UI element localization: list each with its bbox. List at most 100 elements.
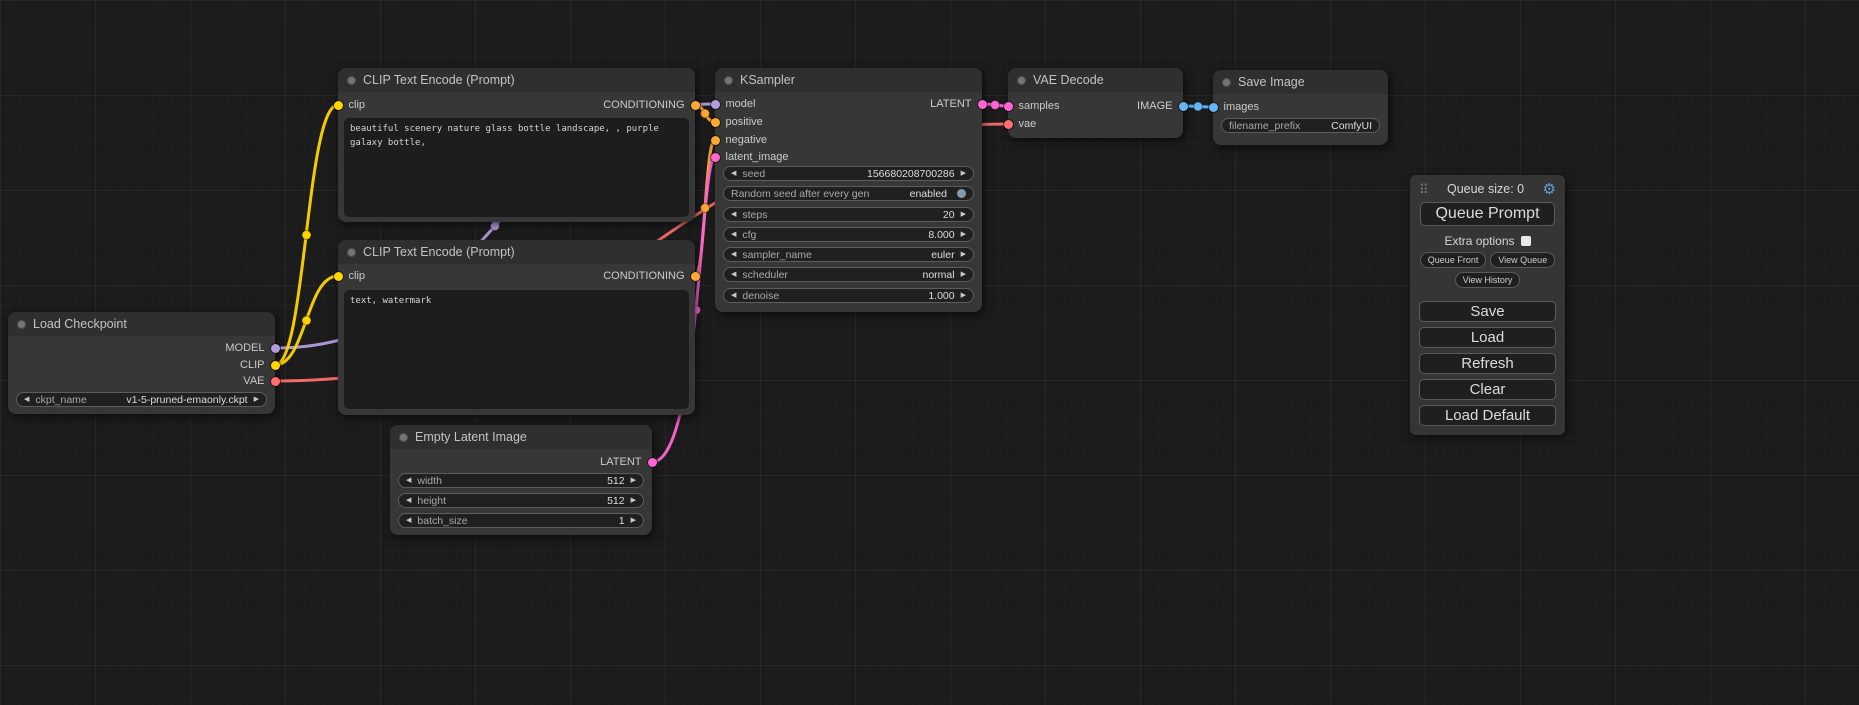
decrement-icon[interactable]: ◀	[406, 477, 411, 484]
batch-size-widget[interactable]: ◀ batch_size 1 ▶	[398, 513, 644, 528]
collapse-dot[interactable]	[17, 320, 26, 329]
node-clip-text-encode-negative[interactable]: CLIP Text Encode (Prompt) clip CONDITION…	[338, 240, 695, 415]
decrement-icon[interactable]: ◀	[731, 170, 736, 177]
node-ksampler[interactable]: KSampler model positive negative latent_…	[715, 68, 982, 312]
steps-widget[interactable]: ◀ steps 20 ▶	[723, 207, 974, 222]
link-dot	[991, 101, 1000, 110]
widget-value: 512	[607, 495, 625, 507]
widget-value: 156680208700286	[867, 168, 955, 180]
decrement-icon[interactable]: ◀	[406, 497, 411, 504]
collapse-dot[interactable]	[724, 76, 733, 85]
negative-input-port[interactable]	[711, 136, 720, 145]
collapse-dot[interactable]	[347, 248, 356, 257]
node-vae-decode[interactable]: VAE Decode samples vae IMAGE	[1008, 68, 1183, 138]
random-seed-toggle[interactable]: Random seed after every gen enabled	[723, 186, 974, 201]
save-button[interactable]: Save	[1419, 301, 1556, 322]
denoise-widget[interactable]: ◀ denoise 1.000 ▶	[723, 288, 974, 303]
node-empty-latent-image[interactable]: Empty Latent Image LATENT ◀ width 512 ▶ …	[390, 425, 652, 535]
comfyui-menu-panel[interactable]: ⠿ Queue size: 0 ⚙ Queue Prompt Extra opt…	[1410, 175, 1565, 435]
collapse-dot[interactable]	[399, 433, 408, 442]
clip-input-port[interactable]	[334, 101, 343, 110]
model-output-port[interactable]	[271, 344, 280, 353]
node-header[interactable]: KSampler	[715, 68, 982, 92]
increment-icon[interactable]: ▶	[631, 497, 636, 504]
decrement-icon[interactable]: ◀	[731, 271, 736, 278]
node-header[interactable]: CLIP Text Encode (Prompt)	[338, 68, 695, 92]
increment-icon[interactable]: ▶	[254, 396, 259, 403]
widget-label: steps	[742, 209, 767, 221]
node-header[interactable]: Load Checkpoint	[8, 312, 275, 336]
images-input-port[interactable]	[1209, 103, 1218, 112]
queue-front-button[interactable]: Queue Front	[1420, 252, 1487, 268]
output-conditioning: CONDITIONING	[603, 269, 695, 283]
decrement-icon[interactable]: ◀	[24, 396, 29, 403]
extra-options-checkbox[interactable]	[1521, 236, 1531, 246]
sampler-name-widget[interactable]: ◀ sampler_name euler ▶	[723, 247, 974, 262]
view-queue-button[interactable]: View Queue	[1490, 252, 1555, 268]
conditioning-output-port[interactable]	[691, 272, 700, 281]
node-title: CLIP Text Encode (Prompt)	[363, 245, 515, 259]
node-header[interactable]: CLIP Text Encode (Prompt)	[338, 240, 695, 264]
increment-icon[interactable]: ▶	[631, 477, 636, 484]
node-header[interactable]: Save Image	[1213, 70, 1388, 94]
view-history-button[interactable]: View History	[1455, 272, 1521, 288]
increment-icon[interactable]: ▶	[961, 271, 966, 278]
increment-icon[interactable]: ▶	[961, 292, 966, 299]
node-save-image[interactable]: Save Image images filename_prefix ComfyU…	[1213, 70, 1388, 145]
node-header[interactable]: VAE Decode	[1008, 68, 1183, 92]
filename-prefix-widget[interactable]: filename_prefix ComfyUI	[1221, 118, 1380, 133]
node-graph-canvas[interactable]: Load Checkpoint MODEL CLIP VAE ◀ ckpt_na…	[0, 0, 1859, 705]
increment-icon[interactable]: ▶	[631, 517, 636, 524]
collapse-dot[interactable]	[1017, 76, 1026, 85]
conditioning-output-port[interactable]	[691, 101, 700, 110]
input-latent-image: latent_image	[715, 150, 789, 164]
vae-input-port[interactable]	[1004, 120, 1013, 129]
node-title: CLIP Text Encode (Prompt)	[363, 73, 515, 87]
height-widget[interactable]: ◀ height 512 ▶	[398, 493, 644, 508]
increment-icon[interactable]: ▶	[961, 170, 966, 177]
samples-input-port[interactable]	[1004, 102, 1013, 111]
widget-label: denoise	[742, 290, 779, 302]
vae-output-port[interactable]	[271, 377, 280, 386]
decrement-icon[interactable]: ◀	[731, 211, 736, 218]
increment-icon[interactable]: ▶	[961, 251, 966, 258]
image-output-port[interactable]	[1179, 102, 1188, 111]
load-button[interactable]: Load	[1419, 327, 1556, 348]
widget-label: filename_prefix	[1229, 120, 1300, 132]
drag-handle-icon[interactable]: ⠿	[1419, 183, 1429, 196]
queue-prompt-button[interactable]: Queue Prompt	[1420, 202, 1555, 226]
clip-output-port[interactable]	[271, 361, 280, 370]
collapse-dot[interactable]	[347, 76, 356, 85]
toggle-knob[interactable]	[957, 189, 966, 198]
refresh-button[interactable]: Refresh	[1419, 353, 1556, 374]
latent-image-input-port[interactable]	[711, 153, 720, 162]
load-default-button[interactable]: Load Default	[1419, 405, 1556, 426]
decrement-icon[interactable]: ◀	[731, 251, 736, 258]
clear-button[interactable]: Clear	[1419, 379, 1556, 400]
cfg-widget[interactable]: ◀ cfg 8.000 ▶	[723, 227, 974, 242]
model-input-port[interactable]	[711, 100, 720, 109]
ckpt-name-widget[interactable]: ◀ ckpt_name v1-5-pruned-emaonly.ckpt ▶	[16, 392, 267, 407]
increment-icon[interactable]: ▶	[961, 231, 966, 238]
increment-icon[interactable]: ▶	[961, 211, 966, 218]
decrement-icon[interactable]: ◀	[731, 231, 736, 238]
output-image: IMAGE	[1137, 99, 1183, 113]
latent-output-port[interactable]	[978, 100, 987, 109]
node-clip-text-encode-positive[interactable]: CLIP Text Encode (Prompt) clip CONDITION…	[338, 68, 695, 222]
positive-input-port[interactable]	[711, 118, 720, 127]
clip-input-port[interactable]	[334, 272, 343, 281]
scheduler-widget[interactable]: ◀ scheduler normal ▶	[723, 267, 974, 282]
latent-output-port[interactable]	[648, 458, 657, 467]
decrement-icon[interactable]: ◀	[406, 517, 411, 524]
decrement-icon[interactable]: ◀	[731, 292, 736, 299]
positive-prompt-textarea[interactable]: beautiful scenery nature glass bottle la…	[344, 118, 689, 217]
collapse-dot[interactable]	[1222, 78, 1231, 87]
node-header[interactable]: Empty Latent Image	[390, 425, 652, 449]
node-load-checkpoint[interactable]: Load Checkpoint MODEL CLIP VAE ◀ ckpt_na…	[8, 312, 275, 414]
input-model: model	[715, 97, 755, 111]
width-widget[interactable]: ◀ width 512 ▶	[398, 473, 644, 488]
settings-gear-icon[interactable]: ⚙	[1543, 182, 1556, 197]
widget-value: ComfyUI	[1331, 120, 1372, 132]
seed-widget[interactable]: ◀ seed 156680208700286 ▶	[723, 166, 974, 181]
negative-prompt-textarea[interactable]: text, watermark	[344, 290, 689, 409]
